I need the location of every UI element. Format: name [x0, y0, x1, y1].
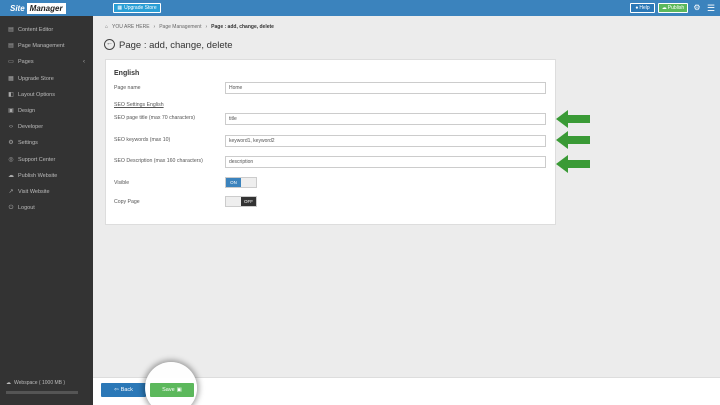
save-button-label: Save — [162, 387, 175, 393]
breadcrumb-page-management[interactable]: Page Management — [159, 24, 201, 30]
visible-toggle[interactable]: ON — [225, 177, 257, 188]
sidebar-item-label: Visit Website — [18, 188, 50, 195]
seo-settings-link[interactable]: SEO Settings English — [114, 102, 164, 108]
save-button[interactable]: Save ▣ — [150, 383, 194, 397]
publish-button[interactable]: ☁ Publish — [658, 3, 688, 13]
code-icon: ‹› — [9, 124, 13, 131]
help-button[interactable]: ● Help — [630, 3, 655, 13]
sidebar-item-logout[interactable]: ⏻ Logout — [0, 200, 93, 216]
breadcrumb-separator: › — [153, 24, 156, 30]
upgrade-store-label: Upgrade Store — [124, 5, 157, 11]
page-name-input[interactable]: Home — [225, 82, 546, 94]
logo-text-site: Site — [10, 4, 25, 13]
sidebar-item-content-editor[interactable]: ▤ Content Editor — [0, 22, 93, 38]
sidebar-item-label: Developer — [18, 124, 44, 131]
sidebar-item-developer[interactable]: ‹› Developer — [0, 119, 93, 135]
sidebar-item-label: Support Center — [18, 156, 56, 163]
sidebar-item-layout-options[interactable]: ◧ Layout Options — [0, 87, 93, 103]
seo-keywords-input[interactable]: keyword1, keyword2 — [225, 135, 546, 147]
publish-label: Publish — [667, 5, 685, 11]
power-icon: ⏻ — [8, 205, 14, 212]
seo-title-label: SEO page title (max 70 characters) — [114, 115, 196, 121]
sidebar-item-label: Upgrade Store — [18, 75, 54, 82]
back-button[interactable]: ⇦ Back — [101, 383, 146, 397]
chevron-left-icon: ‹ — [83, 59, 85, 66]
cloud-icon: ☁ — [8, 172, 14, 179]
floppy-disk-icon: ▣ — [176, 387, 182, 393]
webspace-text: Webspace ( 1000 MB ) — [14, 380, 66, 386]
page-title: Page : add, change, delete — [119, 40, 233, 51]
sidebar-item-page-management[interactable]: ▤ Page Management — [0, 38, 93, 54]
seo-title-input[interactable]: title — [225, 113, 546, 125]
external-link-icon: ↗ — [8, 188, 14, 195]
file-icon: ▤ — [8, 27, 14, 34]
back-icon: ⇦ — [114, 387, 119, 393]
sidebar-item-support-center[interactable]: ◎ Support Center — [0, 152, 93, 168]
visible-label: Visible — [114, 180, 130, 186]
sidebar-item-label: Logout — [18, 205, 35, 212]
upgrade-store-button[interactable]: ▦ Upgrade Store — [113, 3, 161, 13]
sidebar-item-label: Settings — [18, 140, 38, 147]
folder-icon: ▭ — [8, 59, 14, 66]
cloud-icon: ☁ — [6, 380, 11, 386]
toggle-on-text: ON — [226, 178, 241, 187]
sidebar-item-pages[interactable]: ▭ Pages ‹ — [0, 54, 93, 70]
breadcrumb: ⌂ YOU ARE HERE › Page Management › Page … — [105, 24, 274, 30]
toggle-off-text: OFF — [241, 197, 256, 206]
copy-page-label: Copy Page — [114, 199, 140, 205]
annotation-arrow-seo-description — [556, 155, 590, 173]
seo-description-input[interactable]: description — [225, 156, 546, 168]
sidebar-item-visit-website[interactable]: ↗ Visit Website — [0, 184, 93, 200]
gear-icon: ⚙ — [8, 140, 14, 147]
cloud-icon: ☁ — [661, 5, 667, 11]
toggle-knob — [241, 178, 256, 187]
seo-keywords-label: SEO keywords (max 10) — [114, 137, 171, 143]
section-title: English — [114, 70, 140, 77]
file-icon: ▤ — [8, 43, 14, 50]
help-icon: ● — [635, 5, 639, 11]
annotation-arrow-seo-title — [556, 110, 590, 128]
image-icon: ▣ — [8, 108, 14, 115]
page-name-label: Page name — [114, 85, 141, 91]
layout-icon: ◧ — [8, 91, 14, 98]
sidebar-item-label: Design — [18, 108, 36, 115]
lifebuoy-icon: ◎ — [8, 156, 14, 163]
sidebar-item-publish-website[interactable]: ☁ Publish Website — [0, 168, 93, 184]
sidebar-item-label: Content Editor — [18, 27, 54, 34]
toggle-knob — [226, 197, 241, 206]
sidebar-item-design[interactable]: ▣ Design — [0, 103, 93, 119]
back-button-label: Back — [120, 387, 133, 393]
breadcrumb-current: Page : add, change, delete — [211, 24, 274, 30]
seo-description-label: SEO Description (max 160 characters) — [114, 158, 203, 164]
annotation-arrow-seo-keywords — [556, 131, 590, 149]
hamburger-menu-icon[interactable]: ☰ — [706, 3, 716, 13]
back-arrow-icon[interactable]: ← — [104, 39, 115, 50]
gear-icon[interactable]: ⚙ — [692, 3, 702, 13]
grid-icon: ▦ — [117, 5, 123, 11]
sidebar-item-settings[interactable]: ⚙ Settings — [0, 135, 93, 151]
logo-text-manager: Manager — [26, 3, 66, 14]
sidebar-item-upgrade-store[interactable]: ▦ Upgrade Store — [0, 71, 93, 87]
sidebar-item-label: Layout Options — [18, 91, 55, 98]
page-form-card: English Page name Home SEO Settings Engl… — [105, 59, 556, 225]
top-bar: Site Manager ▦ Upgrade Store ● Help ☁ Pu… — [0, 0, 720, 16]
breadcrumb-separator: › — [205, 24, 208, 30]
copy-page-toggle[interactable]: OFF — [225, 196, 257, 207]
sidebar: ▤ Content Editor ▤ Page Management ▭ Pag… — [0, 16, 93, 405]
site-manager-logo[interactable]: Site Manager — [8, 3, 66, 14]
help-label: Help — [639, 5, 650, 11]
store-icon: ▦ — [8, 75, 14, 82]
webspace-progress-bar — [6, 391, 78, 394]
sidebar-item-label: Page Management — [18, 43, 65, 50]
breadcrumb-you-are-here: YOU ARE HERE — [112, 24, 150, 30]
sidebar-item-label: Pages — [18, 59, 34, 66]
sidebar-item-label: Publish Website — [18, 172, 58, 179]
home-icon[interactable]: ⌂ — [105, 24, 108, 30]
webspace-label: ☁ Webspace ( 1000 MB ) — [6, 380, 65, 386]
